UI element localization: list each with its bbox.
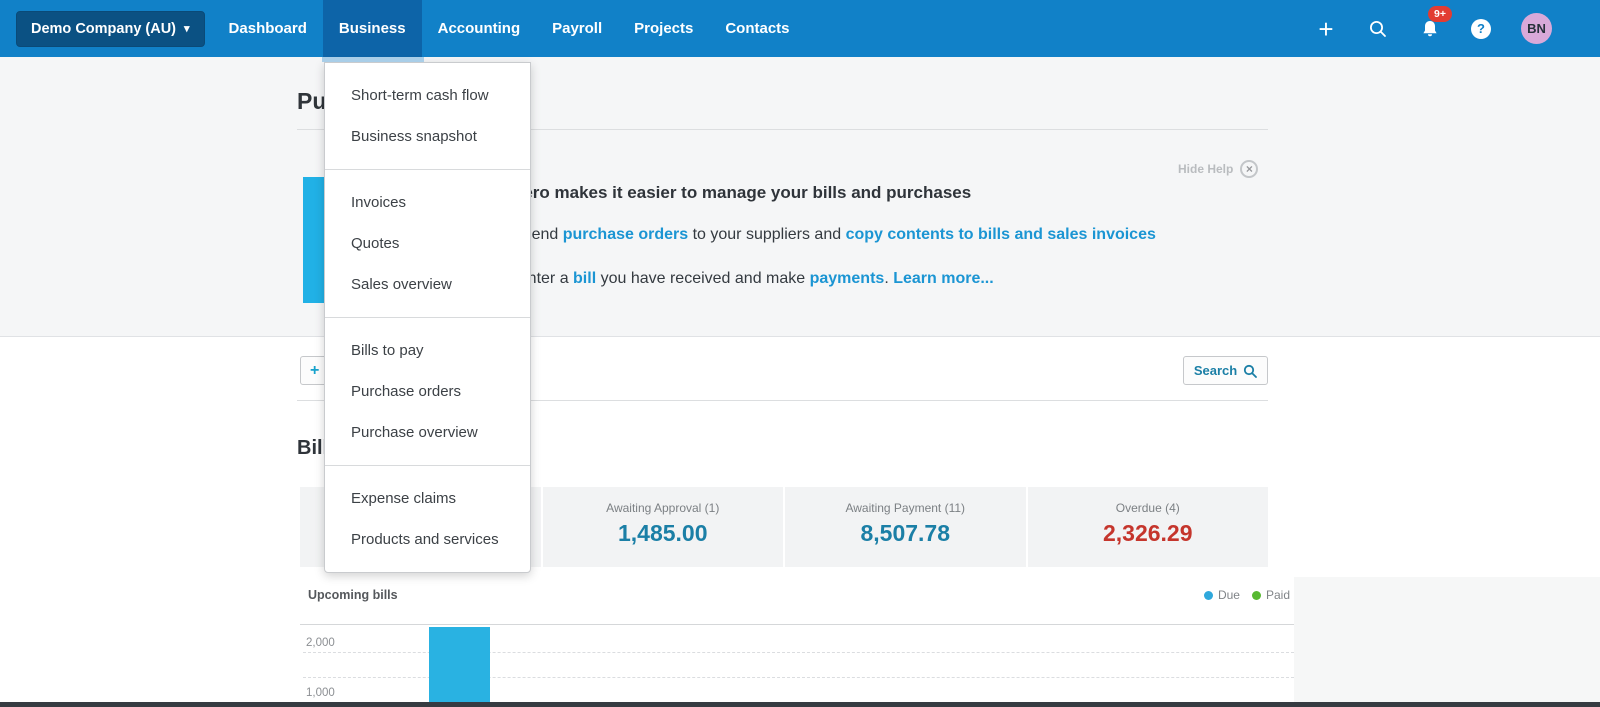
user-avatar[interactable]: BN xyxy=(1521,13,1552,44)
menu-item-products-and-services[interactable]: Products and services xyxy=(325,519,530,560)
chevron-down-icon: ▾ xyxy=(184,22,190,35)
viewport-bottom-edge xyxy=(0,702,1600,707)
plus-icon: + xyxy=(1318,18,1333,40)
legend-item-due: Due xyxy=(1204,588,1240,602)
org-menu-button[interactable]: Demo Company (AU) ▾ xyxy=(16,11,205,47)
search-icon xyxy=(1243,364,1257,378)
menu-group-3: Bills to pay Purchase orders Purchase ov… xyxy=(325,317,530,465)
menu-group-1: Short-term cash flow Business snapshot xyxy=(325,63,530,169)
help-text: you have received and make xyxy=(596,270,809,287)
nav-item-business[interactable]: Business xyxy=(323,0,422,57)
notifications-button[interactable]: 9+ xyxy=(1419,18,1441,40)
top-nav: Demo Company (AU) ▾ Dashboard Business A… xyxy=(0,0,1600,57)
payments-link[interactable]: payments xyxy=(810,270,885,287)
legend-label: Due xyxy=(1218,588,1240,602)
nav-tabs: Dashboard Business Accounting Payroll Pr… xyxy=(213,0,806,57)
bills-card-awaiting-payment[interactable]: Awaiting Payment (11) 8,507.78 xyxy=(785,487,1026,567)
bill-link[interactable]: bill xyxy=(573,270,596,287)
menu-item-invoices[interactable]: Invoices xyxy=(325,182,530,223)
bills-card-overdue[interactable]: Overdue (4) 2,326.29 xyxy=(1028,487,1269,567)
legend-label: Paid xyxy=(1266,588,1290,602)
avatar-initials: BN xyxy=(1527,21,1546,36)
hide-help-button[interactable]: Hide Help × xyxy=(1178,160,1258,178)
copy-contents-link[interactable]: copy contents to bills and sales invoice… xyxy=(846,226,1156,243)
card-value: 1,485.00 xyxy=(543,520,784,547)
menu-item-purchase-orders[interactable]: Purchase orders xyxy=(325,371,530,412)
bills-card-awaiting-approval[interactable]: Awaiting Approval (1) 1,485.00 xyxy=(543,487,784,567)
help-text: . xyxy=(884,270,893,287)
due-dot-icon xyxy=(1204,591,1213,600)
search-icon xyxy=(1368,19,1388,39)
help-heading: Xero makes it easier to manage your bill… xyxy=(512,183,971,203)
hide-help-label: Hide Help xyxy=(1178,162,1233,176)
y-tick-2000: 2,000 xyxy=(306,637,335,649)
help-button[interactable]: ? xyxy=(1471,19,1491,39)
search-button-label: Search xyxy=(1194,363,1237,378)
app-window: Demo Company (AU) ▾ Dashboard Business A… xyxy=(0,0,1600,707)
help-bullet-2: Enter a bill you have received and make … xyxy=(517,270,994,288)
chart-legend: Due Paid xyxy=(1130,588,1290,602)
quick-add-button[interactable]: + xyxy=(1315,18,1337,40)
nav-item-dashboard[interactable]: Dashboard xyxy=(213,0,323,57)
menu-group-4: Expense claims Products and services xyxy=(325,465,530,572)
paid-dot-icon xyxy=(1252,591,1261,600)
nav-item-payroll[interactable]: Payroll xyxy=(536,0,618,57)
search-bills-button[interactable]: Search xyxy=(1183,356,1268,385)
close-icon: × xyxy=(1240,160,1258,178)
chart-title: Upcoming bills xyxy=(308,588,398,602)
notification-badge: 9+ xyxy=(1428,6,1452,22)
nav-item-accounting[interactable]: Accounting xyxy=(422,0,537,57)
card-label: Overdue (4) xyxy=(1028,501,1269,515)
nav-item-contacts[interactable]: Contacts xyxy=(709,0,805,57)
menu-group-2: Invoices Quotes Sales overview xyxy=(325,169,530,317)
card-label: Awaiting Payment (11) xyxy=(785,501,1026,515)
menu-item-sales-overview[interactable]: Sales overview xyxy=(325,264,530,305)
card-value: 8,507.78 xyxy=(785,520,1026,547)
nav-item-projects[interactable]: Projects xyxy=(618,0,709,57)
search-button[interactable] xyxy=(1367,18,1389,40)
chart-top-border xyxy=(300,624,1294,625)
menu-item-expense-claims[interactable]: Expense claims xyxy=(325,478,530,519)
help-text: to your suppliers and xyxy=(688,226,845,243)
bell-icon xyxy=(1420,19,1440,39)
org-name: Demo Company (AU) xyxy=(31,21,176,37)
card-label: Awaiting Approval (1) xyxy=(543,501,784,515)
y-tick-1000: 1,000 xyxy=(306,687,335,699)
question-mark-icon: ? xyxy=(1477,21,1485,36)
learn-more-link[interactable]: Learn more... xyxy=(893,270,993,287)
purchase-orders-link[interactable]: purchase orders xyxy=(563,226,688,243)
active-tab-connector xyxy=(322,57,424,62)
menu-item-bills-to-pay[interactable]: Bills to pay xyxy=(325,330,530,371)
menu-item-business-snapshot[interactable]: Business snapshot xyxy=(325,116,530,157)
menu-item-purchase-overview[interactable]: Purchase overview xyxy=(325,412,530,453)
chart-right-margin xyxy=(1294,577,1600,702)
menu-item-short-term-cash-flow[interactable]: Short-term cash flow xyxy=(325,75,530,116)
card-value: 2,326.29 xyxy=(1028,520,1269,547)
plus-icon: + xyxy=(310,362,319,380)
menu-item-quotes[interactable]: Quotes xyxy=(325,223,530,264)
legend-item-paid: Paid xyxy=(1252,588,1290,602)
chart-bar-due[interactable] xyxy=(429,627,490,702)
business-dropdown-menu: Short-term cash flow Business snapshot I… xyxy=(324,62,531,573)
nav-utilities: + 9+ ? BN xyxy=(1315,13,1600,44)
help-bullet-1: Create and send purchase orders to your … xyxy=(440,226,1156,244)
